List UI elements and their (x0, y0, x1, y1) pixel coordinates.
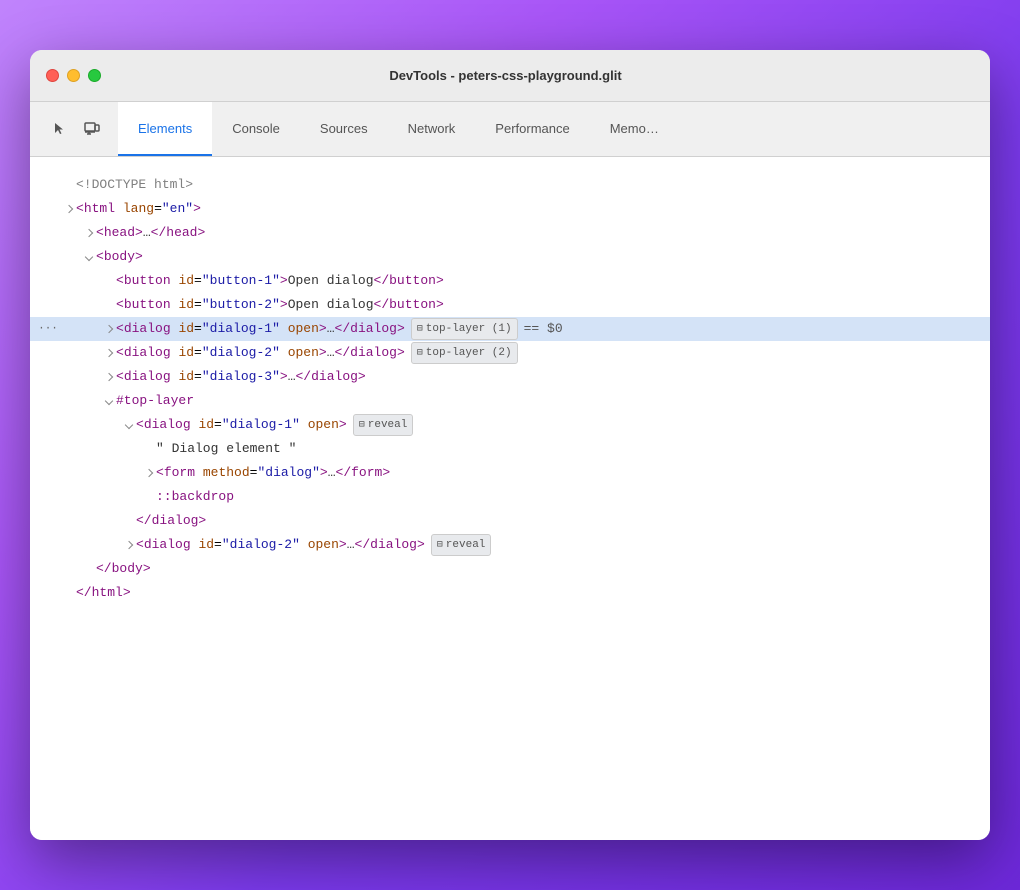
expand-arrow-dialog1-inner (125, 421, 133, 429)
toolbar-icons (38, 102, 114, 156)
expand-arrow-dialog2-inner (125, 541, 133, 549)
code-line-dialog2[interactable]: <dialog id="dialog-2" open>…</dialog> ⊟ … (30, 341, 990, 365)
expand-arrow-dialog3 (105, 373, 113, 381)
devtools-window: DevTools - peters-css-playground.glit E (30, 50, 990, 840)
expand-arrow-dialog1 (105, 325, 113, 333)
code-line-head[interactable]: <head>…</head> (30, 221, 990, 245)
tab-memory[interactable]: Memo… (590, 102, 679, 156)
reveal-badge-1[interactable]: ⊟ reveal (353, 414, 414, 437)
dollar-zero: $0 (539, 318, 562, 340)
badge-icon-2: ⊟ (417, 345, 423, 362)
reveal-icon-1: ⊟ (359, 417, 365, 434)
code-line-close-dialog1: </dialog> (30, 509, 990, 533)
expand-arrow-form (145, 469, 153, 477)
expand-arrow-toplayer (105, 397, 113, 405)
code-line-close-body: </body> (30, 557, 990, 581)
code-line-button1[interactable]: <button id="button-1">Open dialog</butto… (30, 269, 990, 293)
title-bar: DevTools - peters-css-playground.glit (30, 50, 990, 102)
badge-icon-1: ⊟ (417, 321, 423, 338)
code-line-body[interactable]: <body> (30, 245, 990, 269)
code-line-dialog2-toplayer[interactable]: <dialog id="dialog-2" open>…</dialog> ⊟ … (30, 533, 990, 557)
code-line-html[interactable]: <html lang="en"> (30, 197, 990, 221)
code-line-dialog1-toplayer[interactable]: <dialog id="dialog-1" open> ⊟ reveal (30, 413, 990, 437)
window-title: DevTools - peters-css-playground.glit (37, 68, 974, 83)
code-line-backdrop[interactable]: ::backdrop (30, 485, 990, 509)
tab-console[interactable]: Console (212, 102, 300, 156)
tab-sources[interactable]: Sources (300, 102, 388, 156)
code-line-form[interactable]: <form method="dialog">…</form> (30, 461, 990, 485)
tab-elements[interactable]: Elements (118, 102, 212, 156)
tab-bar: Elements Console Sources Network Perform… (30, 102, 990, 157)
tab-network[interactable]: Network (388, 102, 476, 156)
top-layer-badge-1[interactable]: ⊟ top-layer (1) (411, 318, 518, 341)
code-line-button2[interactable]: <button id="button-2">Open dialog</butto… (30, 293, 990, 317)
expand-arrow-body (85, 253, 93, 261)
device-icon[interactable] (78, 115, 106, 143)
collapse-arrow-html (65, 205, 73, 213)
top-layer-badge-2[interactable]: ⊟ top-layer (2) (411, 342, 518, 365)
expand-arrow-head (85, 229, 93, 237)
equals-sign: == (524, 318, 540, 340)
code-line-dialog3[interactable]: <dialog id="dialog-3">…</dialog> (30, 365, 990, 389)
code-line-dialog-text: " Dialog element " (30, 437, 990, 461)
code-line-top-layer[interactable]: #top-layer (30, 389, 990, 413)
code-line-close-html: </html> (30, 581, 990, 605)
elements-panel: <!DOCTYPE html> <html lang="en"> <head>…… (30, 157, 990, 840)
tab-performance[interactable]: Performance (475, 102, 589, 156)
code-line-dialog1[interactable]: ··· <dialog id="dialog-1" open>…</dialog… (30, 317, 990, 341)
reveal-icon-2: ⊟ (437, 537, 443, 554)
expand-arrow-dialog2 (105, 349, 113, 357)
more-menu[interactable]: ··· (38, 320, 58, 339)
cursor-icon[interactable] (46, 115, 74, 143)
code-line-doctype: <!DOCTYPE html> (30, 173, 990, 197)
reveal-badge-2[interactable]: ⊟ reveal (431, 534, 492, 557)
